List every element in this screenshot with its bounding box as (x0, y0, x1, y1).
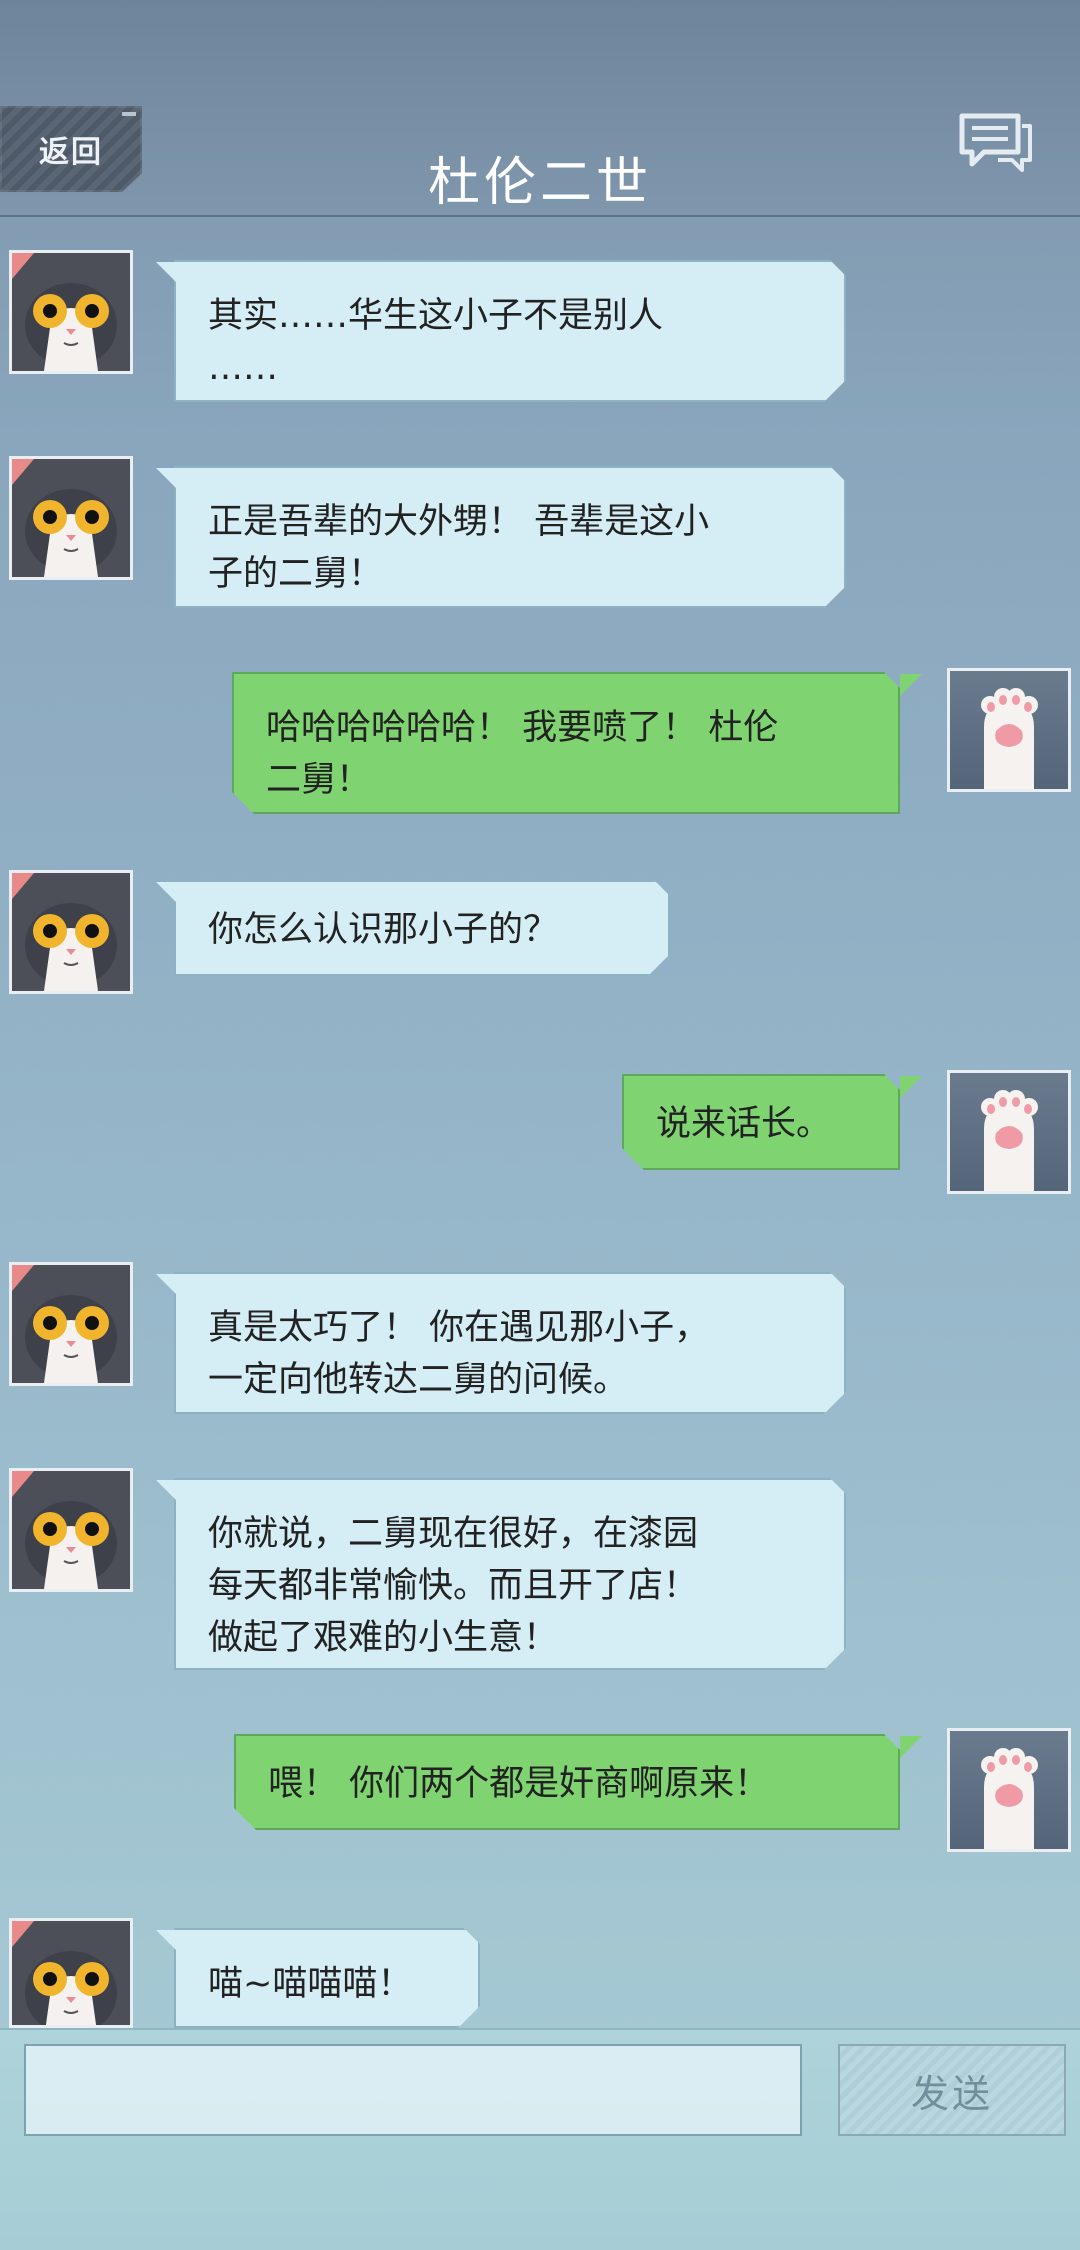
cat-avatar[interactable] (9, 1918, 133, 2028)
cat-face-icon (12, 1265, 130, 1383)
message-bubble: 你就说，二舅现在很好，在漆园 每天都非常愉快。而且开了店！ 做起了艰难的小生意！ (174, 1478, 846, 1670)
message-line: 每天都非常愉快。而且开了店！ (208, 1566, 699, 1606)
cat-avatar[interactable] (9, 456, 133, 580)
cat-face-icon (12, 1921, 130, 2025)
message-bubble: 喵~喵喵喵！ (174, 1928, 480, 2028)
paw-icon (981, 1748, 1038, 1849)
chat-bubbles-icon[interactable] (958, 112, 1034, 172)
message-bubble: 你怎么认识那小子的？ (174, 880, 670, 976)
chat-header: 返回 杜伦二世 (0, 0, 1080, 217)
message-line: 你就说，二舅现在很好，在漆园 (208, 1514, 699, 1554)
cat-avatar[interactable] (9, 870, 133, 994)
message-line: 哈哈哈哈哈哈！ 我要喷了！ 杜伦 (266, 708, 779, 748)
message-bubble: 喂！ 你们两个都是奸商啊原来！ (234, 1734, 900, 1830)
bubble-tail (156, 882, 178, 904)
paw-icon (981, 1090, 1038, 1191)
message-line: 喂！ 你们两个都是奸商啊原来！ (268, 1764, 770, 1804)
bubble-tail (156, 468, 178, 490)
cat-face-icon (12, 1471, 130, 1589)
paw-avatar[interactable] (947, 1070, 1071, 1194)
message-line: 其实……华生这小子不是别人 (208, 296, 664, 336)
message-bubble: 说来话长。 (622, 1074, 900, 1170)
cat-avatar[interactable] (9, 1468, 133, 1592)
message-line: 做起了艰难的小生意！ (208, 1618, 559, 1658)
message-line: 正是吾辈的大外甥！ 吾辈是这小 (208, 502, 710, 542)
message-bubble: 正是吾辈的大外甥！ 吾辈是这小 子的二舅！ (174, 466, 846, 608)
message-line: 说来话长。 (656, 1104, 832, 1144)
bubble-tail (156, 262, 178, 284)
bubble-tail (156, 1930, 178, 1952)
message-input[interactable] (24, 2044, 802, 2136)
message-line: 你怎么认识那小子的？ (208, 910, 559, 950)
message-composer: 发送 (0, 2028, 1080, 2250)
bubble-tail (156, 1480, 178, 1502)
message-bubble: 哈哈哈哈哈哈！ 我要喷了！ 杜伦 二舅！ (232, 672, 900, 814)
bubble-tail (900, 1736, 922, 1758)
paw-avatar[interactable] (947, 668, 1071, 792)
message-bubble: 其实……华生这小子不是别人 …… (174, 260, 846, 402)
paw-avatar[interactable] (947, 1728, 1071, 1852)
message-line: 真是太巧了！ 你在遇见那小子， (208, 1308, 710, 1348)
message-bubble: 真是太巧了！ 你在遇见那小子， 一定向他转达二舅的问候。 (174, 1272, 846, 1414)
bubble-tail (156, 1274, 178, 1296)
message-line: 一定向他转达二舅的问候。 (208, 1360, 629, 1400)
cat-face-icon (12, 873, 130, 991)
cat-avatar[interactable] (9, 1262, 133, 1386)
message-line: 二舅！ (266, 760, 372, 800)
cat-face-icon (12, 459, 130, 577)
send-button[interactable]: 发送 (838, 2044, 1066, 2136)
cat-face-icon (12, 253, 130, 371)
bubble-tail (900, 674, 922, 696)
message-line: 喵~喵喵喵！ (208, 1964, 413, 2004)
page-title: 杜伦二世 (427, 153, 652, 213)
paw-icon (981, 688, 1038, 789)
bubble-tail (900, 1076, 922, 1098)
message-line: …… (208, 348, 278, 388)
message-line: 子的二舅！ (208, 554, 384, 594)
cat-avatar[interactable] (9, 250, 133, 374)
